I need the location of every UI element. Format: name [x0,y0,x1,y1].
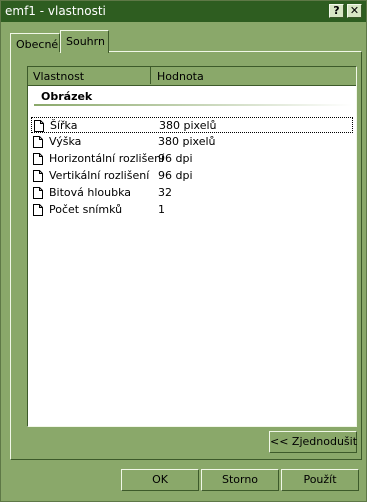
list-item-width[interactable]: Šířka 380 pixelů [31,117,353,133]
help-button[interactable]: ? [329,4,344,18]
document-icon [33,153,43,165]
help-icon: ? [333,4,340,17]
property-name: Počet snímků [49,203,123,216]
document-icon [33,170,43,182]
tab-general[interactable]: Obecné [10,33,60,52]
apply-button[interactable]: Použít [281,469,359,491]
document-icon [33,204,43,216]
close-button[interactable]: ✕ [347,4,362,18]
document-icon [33,187,43,199]
list-item-vertical-resolution[interactable]: Vertikální rozlišení 96 dpi [31,168,353,184]
close-icon: ✕ [349,4,360,17]
title-bar[interactable]: emf1 - vlastnosti ? ✕ [1,1,366,22]
property-value: 380 pixelů [159,119,217,132]
property-name: Bitová hloubka [49,186,132,199]
property-value: 1 [158,203,165,216]
ok-button[interactable]: OK [121,469,199,491]
window-title: emf1 - vlastnosti [5,4,106,18]
property-value: 32 [158,186,172,199]
column-header-property[interactable]: Vlastnost [28,67,151,84]
list-item-horizontal-resolution[interactable]: Horizontální rozlišení 96 dpi [31,151,353,167]
property-name: Horizontální rozlišení [49,152,165,165]
group-divider [34,104,352,106]
property-value: 96 dpi [158,169,193,182]
list-item-frame-count[interactable]: Počet snímků 1 [31,202,353,218]
simplify-button[interactable]: << Zjednodušit [269,431,357,453]
group-header-image: Obrázek [41,90,93,103]
property-name: Výška [49,135,82,148]
list-item-height[interactable]: Výška 380 pixelů [31,134,353,150]
list-header: Vlastnost Hodnota [28,67,356,86]
tab-summary[interactable]: Souhrn [60,30,109,53]
property-name: Vertikální rozlišení [49,169,150,182]
property-name: Šířka [50,119,78,132]
properties-dialog: emf1 - vlastnosti ? ✕ Obecné Souhrn Vlas… [0,0,367,502]
column-header-value[interactable]: Hodnota [152,67,356,84]
properties-list[interactable]: Vlastnost Hodnota Obrázek Šířka 380 pixe… [27,66,357,427]
property-value: 380 pixelů [158,135,216,148]
cancel-button[interactable]: Storno [201,469,279,491]
property-value: 96 dpi [158,152,193,165]
document-icon [33,136,43,148]
list-item-bit-depth[interactable]: Bitová hloubka 32 [31,185,353,201]
document-icon [34,120,44,132]
